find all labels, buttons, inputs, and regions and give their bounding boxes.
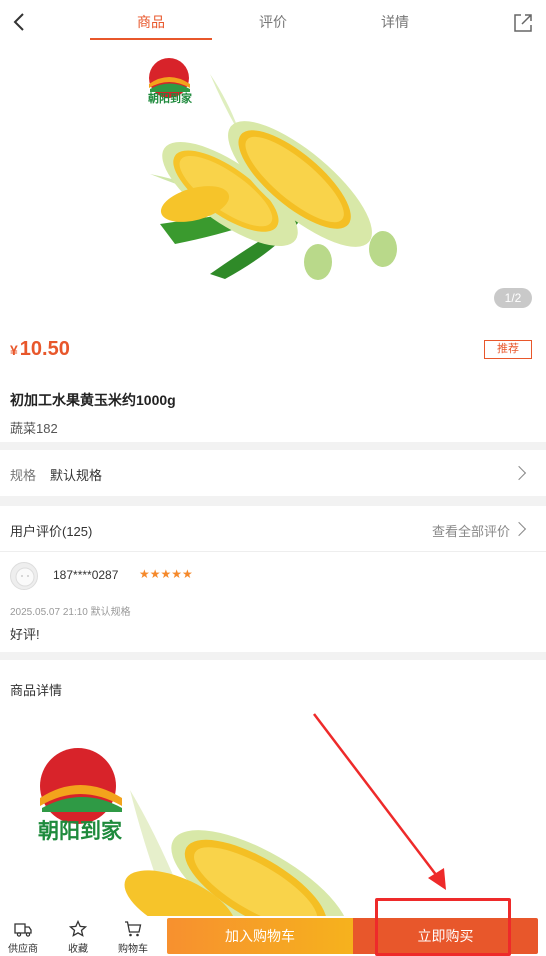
star-icon — [69, 920, 87, 937]
product-category: 蔬菜182 — [10, 421, 58, 436]
price-value: 10.50 — [19, 338, 70, 360]
spec-selector[interactable]: 规格 默认规格 — [0, 450, 546, 496]
truck-icon — [14, 923, 32, 937]
review-text: 好评! — [10, 627, 40, 642]
reviews-title: 用户评价(125) — [10, 524, 93, 539]
buy-now-button[interactable]: 立即购买 — [353, 918, 538, 954]
detail-image: 朝阳到家 — [38, 748, 349, 916]
svg-text:朝阳到家: 朝阳到家 — [148, 91, 193, 105]
cart-button[interactable]: 购物车 — [110, 918, 156, 955]
chevron-right-icon[interactable] — [511, 521, 527, 537]
cart-label: 购物车 — [118, 944, 148, 955]
shopping-cart-icon — [125, 921, 142, 937]
tab-goods[interactable]: 商品 — [90, 0, 212, 44]
tab-strip: 商品 评价 详情 — [90, 0, 456, 44]
corn-product-image: 朝阳到家 — [148, 58, 397, 280]
spec-label: 规格 — [10, 468, 37, 483]
chevron-left-icon[interactable] — [8, 10, 32, 34]
user-avatar-icon — [15, 567, 35, 587]
add-to-cart-button[interactable]: 加入购物车 — [167, 918, 353, 954]
reviews-header: 用户评价(125) 查看全部评价 — [0, 506, 546, 552]
review-username: 187****0287 — [53, 568, 119, 582]
product-price: ¥10.50 — [10, 338, 70, 361]
reviews-section: 用户评价(125) 查看全部评价 187****0287 ★★★★★ 2025.… — [0, 506, 546, 652]
svg-text:朝阳到家: 朝阳到家 — [38, 819, 123, 843]
avatar — [10, 562, 38, 590]
spec-value: 默认规格 — [50, 468, 103, 483]
top-nav-bar: 商品 评价 详情 — [0, 0, 546, 44]
detail-brand-logo: 朝阳到家 — [38, 748, 123, 843]
tab-details[interactable]: 详情 — [334, 0, 456, 44]
recommend-badge: 推荐 — [484, 340, 532, 359]
review-meta: 2025.05.07 21:10 默认规格 — [10, 607, 131, 618]
brand-logo: 朝阳到家 — [148, 58, 193, 105]
image-pager-indicator: 1/2 — [494, 288, 532, 308]
product-name: 初加工水果黄玉米约1000g — [10, 392, 176, 408]
favorite-button[interactable]: 收藏 — [55, 918, 101, 955]
rating-stars: ★★★★★ — [139, 567, 193, 581]
product-detail-section: 商品详情 朝阳到家 — [0, 660, 546, 916]
view-all-reviews-link[interactable]: 查看全部评价 — [432, 521, 510, 540]
product-image-carousel[interactable]: 朝阳到家 1/2 — [0, 44, 546, 320]
supplier-button[interactable]: 供应商 — [0, 918, 46, 955]
tab-reviews[interactable]: 评价 — [212, 0, 334, 44]
currency-symbol: ¥ — [10, 342, 18, 358]
share-icon[interactable] — [512, 12, 534, 34]
supplier-label: 供应商 — [8, 944, 38, 955]
favorite-label: 收藏 — [68, 944, 88, 955]
bottom-action-bar: 供应商 收藏 购物车 加入购物车 立即购买 — [0, 916, 546, 956]
chevron-right-icon — [511, 465, 527, 481]
product-info: ¥10.50 推荐 初加工水果黄玉米约1000g 蔬菜182 — [0, 320, 546, 442]
